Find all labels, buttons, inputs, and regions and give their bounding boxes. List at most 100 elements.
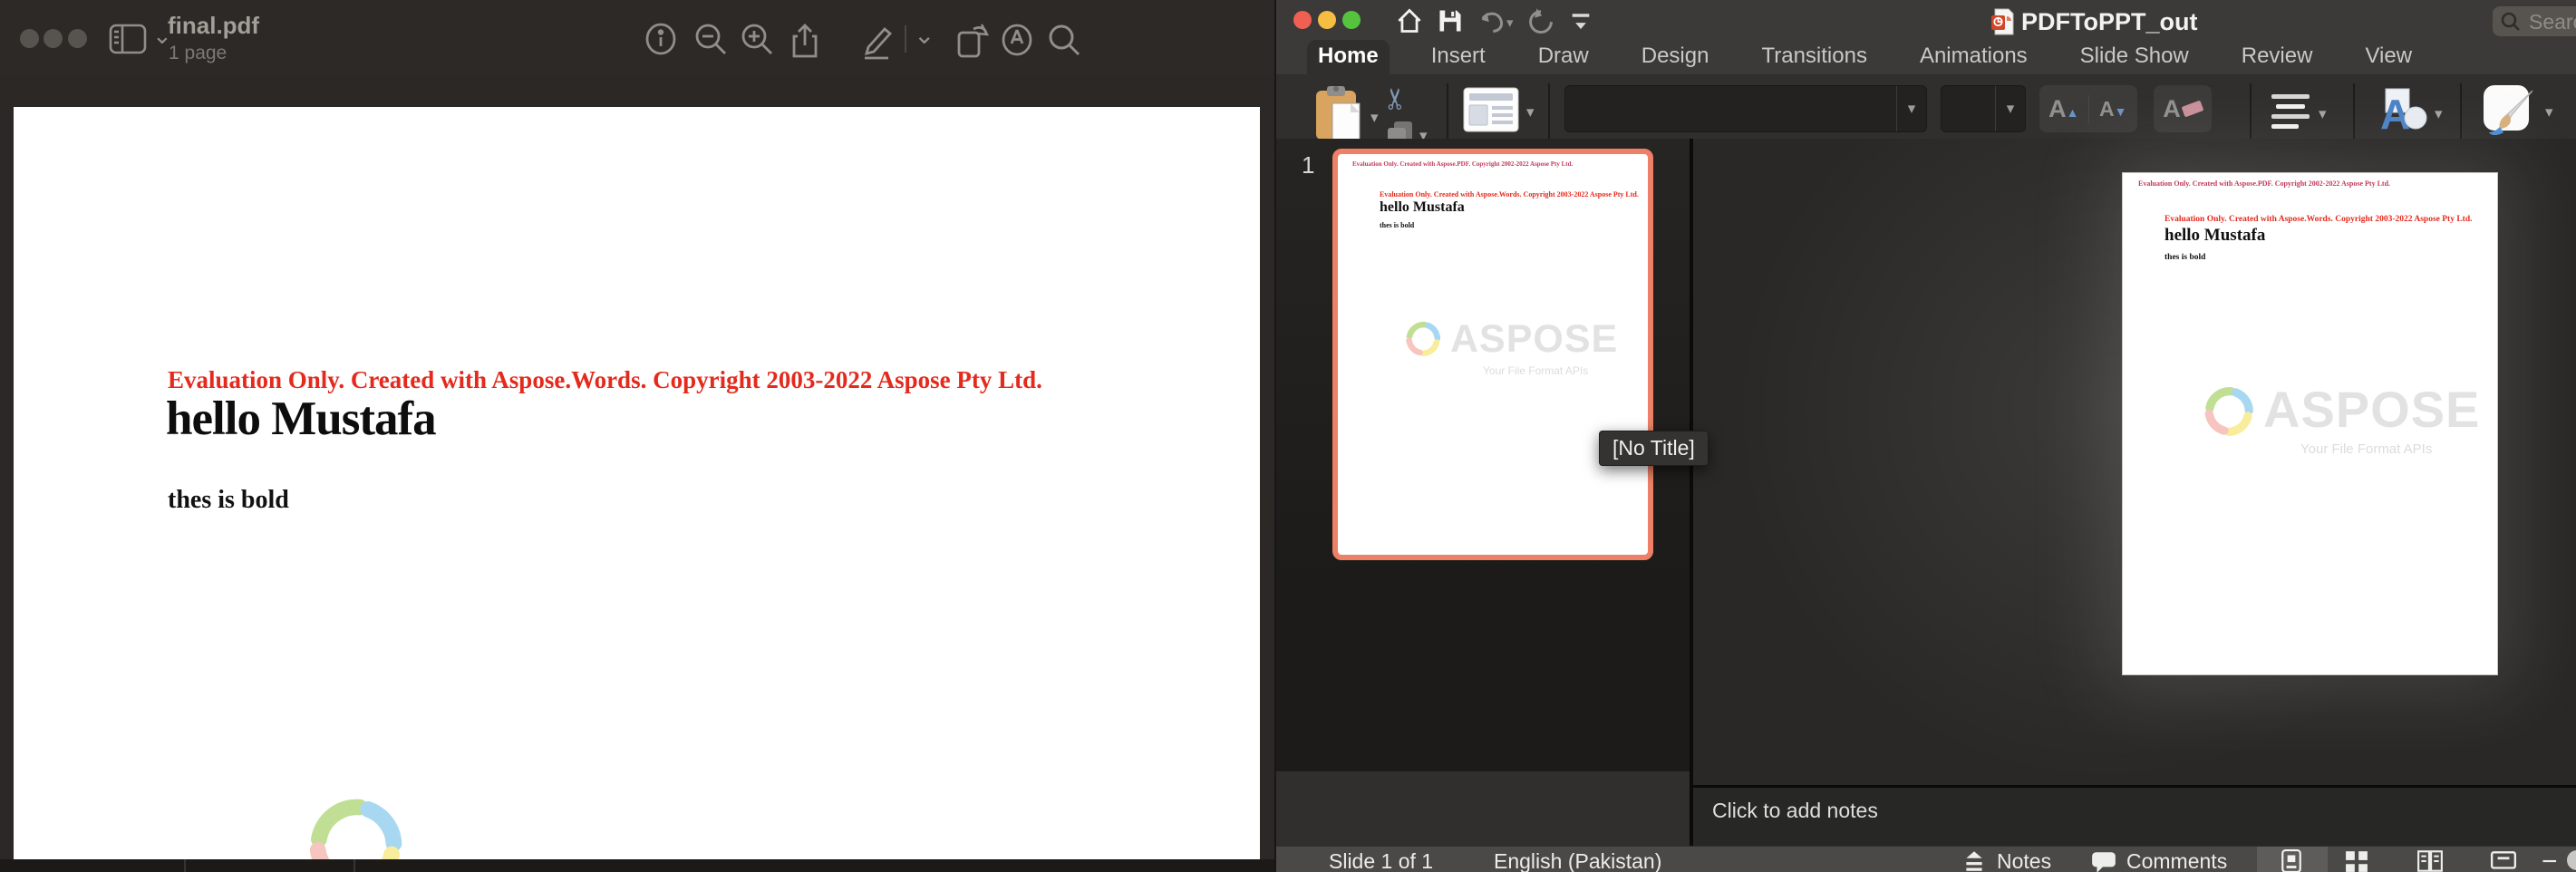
notes-toggle-label[interactable]: Notes	[1997, 849, 2051, 872]
comments-toggle-label[interactable]: Comments	[2126, 849, 2227, 872]
preview-page-count: 1 page	[169, 43, 227, 64]
aspose-watermark-text: ASPOSE	[405, 841, 1158, 859]
minimize-window-button[interactable]	[1318, 11, 1336, 29]
home-quick-button[interactable]	[1396, 7, 1423, 34]
shrink-font-button[interactable]: A▼	[2089, 97, 2138, 121]
markup-dropdown-chevron-icon[interactable]: ⌄	[914, 20, 935, 50]
slide-counter: Slide 1 of 1	[1329, 849, 1433, 872]
ribbon-display-toggle[interactable]	[1568, 9, 1593, 34]
slide-show-button[interactable]	[2490, 850, 2517, 872]
info-button[interactable]	[644, 22, 678, 56]
paragraph-button[interactable]	[2268, 91, 2313, 136]
powerpoint-window: ▾ PDFToPPT_out Search	[1274, 0, 2576, 872]
desktop-strip	[0, 859, 1274, 872]
notes-toggle-button[interactable]	[1961, 849, 1987, 872]
drawing-button[interactable]	[2482, 83, 2540, 138]
thumb-body-line: thes is bold	[1380, 221, 1414, 229]
slide-pdf-eval-line: Evaluation Only. Created with Aspose.PDF…	[2138, 179, 2390, 188]
paste-dropdown-icon[interactable]: ▾	[1370, 109, 1379, 127]
undo-dropdown-icon[interactable]: ▾	[1506, 15, 1514, 31]
zoom-window-button[interactable]	[68, 29, 87, 48]
normal-view-button[interactable]	[2257, 847, 2328, 872]
paragraph-dropdown-icon[interactable]: ▾	[2319, 105, 2327, 123]
notes-pane[interactable]: Click to add notes	[1693, 785, 2576, 846]
slide-thumbnail[interactable]: Evaluation Only. Created with Aspose.PDF…	[1332, 149, 1653, 560]
pdf-page[interactable]: Evaluation Only. Created with Aspose.Wor…	[14, 107, 1260, 859]
strip-divider	[353, 859, 355, 872]
notes-placeholder: Click to add notes	[1712, 799, 1878, 823]
thumb-pdf-eval-line: Evaluation Only. Created with Aspose.PDF…	[1352, 160, 1573, 168]
comments-toggle-button[interactable]	[2090, 850, 2117, 872]
thumb-words-eval-line: Evaluation Only. Created with Aspose.Wor…	[1380, 190, 1639, 199]
search-button[interactable]	[1046, 22, 1082, 58]
slide-sorter-view-button[interactable]	[2345, 850, 2368, 872]
slide-canvas[interactable]: Evaluation Only. Created with Aspose.PDF…	[2122, 172, 2498, 675]
thumb-watermark-text: ASPOSE	[1450, 317, 1618, 362]
insert-button[interactable]: A	[2378, 87, 2429, 138]
search-icon	[2500, 11, 2522, 33]
language-indicator[interactable]: English (Pakistan)	[1494, 849, 1661, 872]
search-placeholder: Search	[2529, 10, 2576, 34]
font-name-combo[interactable]: ▾	[1564, 85, 1927, 132]
ppt-file-icon	[1990, 8, 2014, 35]
ribbon-tab-bar: Home Insert Draw Design Transitions Anim…	[1276, 43, 2576, 74]
redo-button[interactable]	[1526, 7, 1555, 34]
zoom-in-button[interactable]	[740, 22, 776, 58]
close-window-button[interactable]	[1293, 11, 1312, 29]
pdf-heading: hello Mustafa	[166, 392, 436, 446]
slide-words-eval-line: Evaluation Only. Created with Aspose.Wor…	[2164, 215, 2473, 224]
tab-review[interactable]: Review	[2231, 40, 2324, 74]
drawing-dropdown-icon[interactable]: ▾	[2545, 103, 2553, 121]
tab-draw[interactable]: Draw	[1527, 40, 1600, 74]
slides-dropdown-icon[interactable]: ▾	[1526, 103, 1535, 121]
clear-formatting-button[interactable]: A	[2154, 85, 2212, 132]
tab-animations[interactable]: Animations	[1909, 40, 2039, 74]
insert-dropdown-icon[interactable]: ▾	[2435, 105, 2443, 123]
slide-heading: hello Mustafa	[2164, 226, 2265, 246]
tab-view[interactable]: View	[2354, 40, 2423, 74]
zoom-slider-knob[interactable]	[2567, 850, 2576, 870]
minimize-window-button[interactable]	[44, 29, 63, 48]
tab-slide-show[interactable]: Slide Show	[2069, 40, 2200, 74]
search-field[interactable]: Search	[2493, 6, 2576, 36]
zoom-window-button[interactable]	[1342, 11, 1361, 29]
preview-document-title: final.pdf	[168, 12, 259, 40]
slide-watermark-text: ASPOSE	[2263, 380, 2480, 439]
slide-watermark-tagline: Your File Format APIs	[2300, 441, 2432, 457]
share-button[interactable]	[787, 22, 823, 60]
font-name-dropdown-icon[interactable]: ▾	[1896, 86, 1926, 131]
zoom-out-slider-button[interactable]: −	[2542, 847, 2558, 872]
font-size-combo[interactable]: ▾	[1941, 85, 2026, 132]
pdf-body-line: thes is bold	[168, 486, 289, 515]
tab-home[interactable]: Home	[1307, 40, 1390, 74]
close-window-button[interactable]	[20, 29, 39, 48]
aspose-swirl-logo	[302, 792, 409, 859]
status-bar: Slide 1 of 1 English (Pakistan) Notes Co…	[1276, 846, 2576, 872]
markup-button[interactable]	[857, 22, 897, 62]
thumbnail-tooltip: [No Title]	[1599, 431, 1709, 466]
screenshot-root: { "preview": { "title": "final.pdf", "su…	[0, 0, 2576, 872]
font-size-adjust-group: A▲ A▼	[2039, 85, 2137, 132]
grow-font-button[interactable]: A▲	[2039, 95, 2089, 123]
preview-titlebar: ⌄ final.pdf 1 page	[0, 0, 1274, 74]
cut-button[interactable]: ✂	[1378, 87, 1412, 111]
reading-view-button[interactable]	[2416, 849, 2444, 872]
sidebar-toggle-button[interactable]	[109, 24, 147, 54]
slide-editor-area: Evaluation Only. Created with Aspose.PDF…	[1693, 139, 2576, 785]
rotate-button[interactable]	[954, 22, 992, 60]
font-size-dropdown-icon[interactable]: ▾	[1995, 86, 2025, 131]
tab-design[interactable]: Design	[1631, 40, 1720, 74]
aspose-swirl-logo	[1403, 319, 1443, 359]
save-button[interactable]	[1437, 7, 1464, 34]
pen-annotate-button[interactable]	[999, 22, 1035, 58]
strip-divider	[184, 859, 186, 872]
zoom-out-button[interactable]	[693, 22, 730, 58]
pdf-evaluation-line: Evaluation Only. Created with Aspose.Wor…	[168, 366, 1042, 394]
thumb-heading: hello Mustafa	[1380, 199, 1465, 216]
new-slide-button[interactable]	[1463, 87, 1519, 132]
tab-insert[interactable]: Insert	[1420, 40, 1496, 74]
toolbar-divider	[905, 25, 906, 53]
tab-transitions[interactable]: Transitions	[1750, 40, 1877, 74]
paste-button[interactable]	[1312, 85, 1365, 143]
undo-button[interactable]	[1477, 7, 1506, 34]
